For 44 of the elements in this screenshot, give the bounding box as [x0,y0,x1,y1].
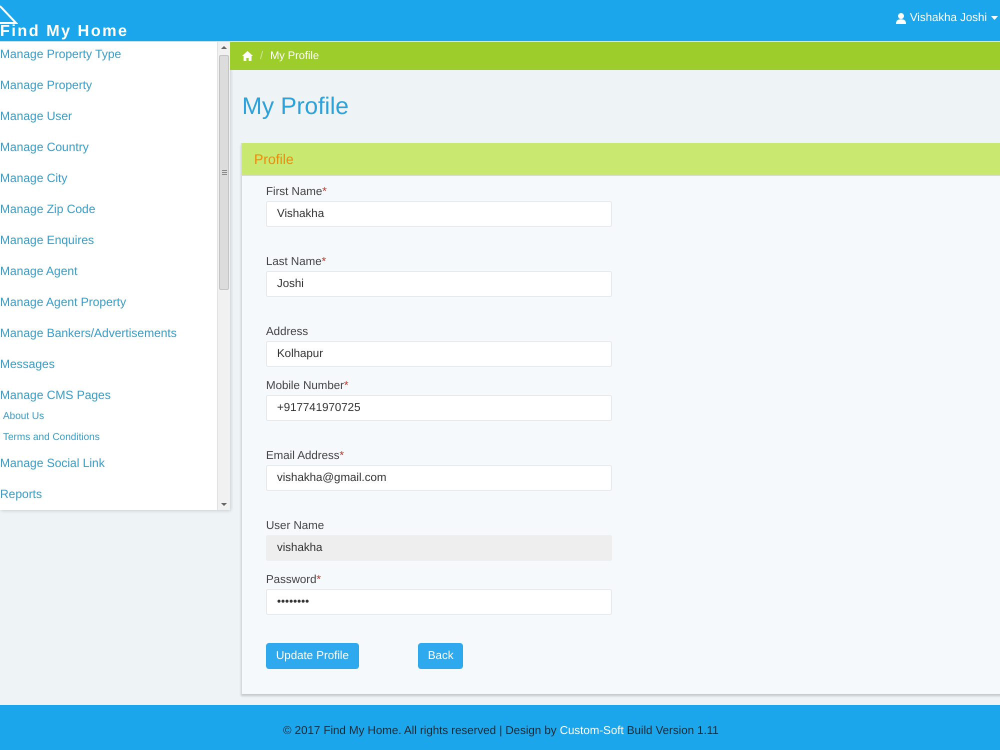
sidebar-link[interactable]: Manage City [0,166,68,197]
sidebar-link[interactable]: Manage Agent Property [0,290,126,321]
breadcrumb-separator: / [260,49,264,63]
input-field[interactable]: +917741970725 [266,395,612,421]
logo-text: Find My Home [0,24,129,40]
back-button[interactable]: Back [418,643,464,669]
update-profile-button[interactable]: Update Profile [266,643,359,669]
breadcrumb-current: My Profile [270,49,319,63]
sidebar-sublink[interactable]: Terms and Conditions [0,430,100,451]
designer-link[interactable]: Custom-Soft [560,725,624,737]
copyright-text: © 2017 Find My Home. All rights reserved | Design by Custom-Soft Build Version 1.11 [283,724,719,738]
sidebar-link[interactable]: Manage Agent [0,259,78,290]
sidebar-link[interactable]: Manage Country [0,135,89,166]
sidebar-link[interactable]: Manage Bankers/Advertisements [0,321,177,352]
grip-icon [222,170,226,175]
roof-logo-icon [0,5,18,24]
field-label: Address [266,325,308,339]
input-field[interactable]: Joshi [266,271,612,297]
field-label: Last Name* [266,255,326,269]
panel-title: Profile [254,150,294,168]
sidebar-link[interactable]: Manage Enquires [0,228,94,259]
field-label: User Name [266,519,324,533]
field-label: Email Address* [266,449,344,463]
caret-icon [991,16,998,20]
input-field[interactable]: •••••••• [266,589,612,615]
user-icon [896,12,906,24]
sidebar-link[interactable]: Messages [0,352,55,383]
user-menu-button[interactable]: Vishakha Joshi [896,11,998,25]
sidebar-link[interactable]: Manage Zip Code [0,197,96,228]
sidebar-link[interactable]: Reports [0,482,42,510]
sidebar-link[interactable]: Manage CMS Pages [0,383,111,409]
page-title: My Profile [242,93,349,121]
scrollbar-thumb[interactable] [219,55,229,290]
sidebar-link[interactable]: Manage Property Type [0,42,122,73]
field-label: Password* [266,573,321,587]
sidebar-sublink[interactable]: About Us [0,409,44,430]
sidebar-link[interactable]: Manage User [0,104,72,135]
field-label: First Name* [266,185,327,199]
input-field[interactable]: vishakha@gmail.com [266,465,612,491]
input-field[interactable]: Vishakha [266,201,612,227]
sidebar-link[interactable]: Manage Property [0,73,92,104]
input-field[interactable]: Kolhapur [266,341,612,367]
field-label: Mobile Number* [266,379,348,393]
sidebar-link[interactable]: Manage Social Link [0,451,105,482]
